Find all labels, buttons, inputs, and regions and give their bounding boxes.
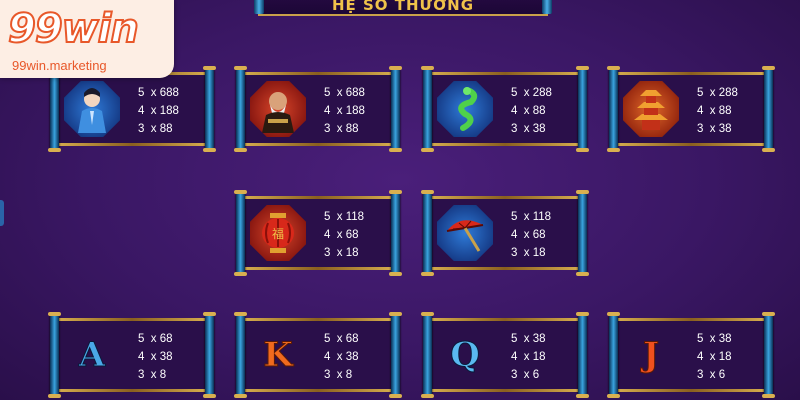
watermark-logo: 99win 99win.marketing — [0, 0, 174, 78]
paytable-card-letter-a: A 5 x 68 4 x 38 3 x 8 — [48, 312, 216, 398]
payout-line: 5 x 288 — [511, 87, 552, 99]
warrior-icon — [250, 81, 306, 137]
letter-a-icon: A — [78, 335, 106, 376]
payout-line: 5 x 68 — [138, 333, 173, 345]
payout-line: 3 x 88 — [324, 123, 359, 135]
payout-line: 4 x 18 — [511, 351, 546, 363]
payout-line: 4 x 188 — [138, 105, 179, 117]
payout-line: 3 x 18 — [511, 247, 546, 259]
payout-line: 4 x 38 — [138, 351, 173, 363]
paytable-card-umbrella: 5 x 118 4 x 68 3 x 18 — [421, 190, 589, 276]
payout-line: 5 x 288 — [697, 87, 738, 99]
brand-site: 99win.marketing — [12, 58, 107, 73]
paytable-card-letter-j: J 5 x 38 4 x 18 3 x 6 — [607, 312, 775, 398]
payout-line: 3 x 8 — [138, 369, 167, 381]
paytable-card-jade-dragon: 5 x 288 4 x 88 3 x 38 — [421, 66, 589, 152]
letter-k-icon: K — [263, 335, 294, 376]
pagoda-icon — [623, 81, 679, 137]
payout-line: 5 x 688 — [324, 87, 365, 99]
paytable-title: HỆ SỐ THƯỞNG — [331, 0, 475, 14]
lantern-icon: 福 — [250, 205, 306, 261]
payout-line: 3 x 38 — [697, 123, 732, 135]
paytable-card-swordsman: 5 x 688 4 x 188 3 x 88 — [48, 66, 216, 152]
left-edge-knob — [0, 200, 4, 226]
paytable-card-lantern: 福 5 x 118 4 x 68 3 x 18 — [234, 190, 402, 276]
payout-line: 5 x 688 — [138, 87, 179, 99]
banner-rod-right — [542, 0, 552, 14]
payout-line: 3 x 88 — [138, 123, 173, 135]
paytable-card-warrior: 5 x 688 4 x 188 3 x 88 — [234, 66, 402, 152]
paytable-card-letter-q: Q 5 x 38 4 x 18 3 x 6 — [421, 312, 589, 398]
letter-j-icon: J — [642, 335, 660, 376]
paytable-card-letter-k: K 5 x 68 4 x 38 3 x 8 — [234, 312, 402, 398]
payout-line: 4 x 68 — [324, 229, 359, 241]
payout-line: 3 x 6 — [511, 369, 540, 381]
payout-line: 4 x 68 — [511, 229, 546, 241]
brand-name: 99win — [7, 5, 140, 53]
svg-text:福: 福 — [272, 226, 284, 241]
payout-line: 4 x 88 — [511, 105, 546, 117]
payout-line: 5 x 38 — [697, 333, 732, 345]
payout-line: 5 x 38 — [511, 333, 546, 345]
payout-line: 5 x 118 — [511, 211, 552, 223]
payout-line: 4 x 18 — [697, 351, 732, 363]
letter-q-icon: Q — [450, 335, 481, 376]
payout-line: 3 x 6 — [697, 369, 726, 381]
payout-line: 3 x 38 — [511, 123, 546, 135]
payout-line: 4 x 188 — [324, 105, 365, 117]
jade-dragon-icon — [437, 81, 493, 137]
payout-line: 5 x 118 — [324, 211, 365, 223]
payout-line: 4 x 38 — [324, 351, 359, 363]
payout-line: 3 x 18 — [324, 247, 359, 259]
payout-line: 5 x 68 — [324, 333, 359, 345]
payout-line: 4 x 88 — [697, 105, 732, 117]
paytable-card-pagoda: 5 x 288 4 x 88 3 x 38 — [607, 66, 775, 152]
payout-line: 3 x 8 — [324, 369, 353, 381]
swordsman-icon — [64, 81, 120, 137]
umbrella-icon — [437, 205, 493, 261]
paytable-title-banner: HỆ SỐ THƯỞNG — [254, 0, 552, 16]
